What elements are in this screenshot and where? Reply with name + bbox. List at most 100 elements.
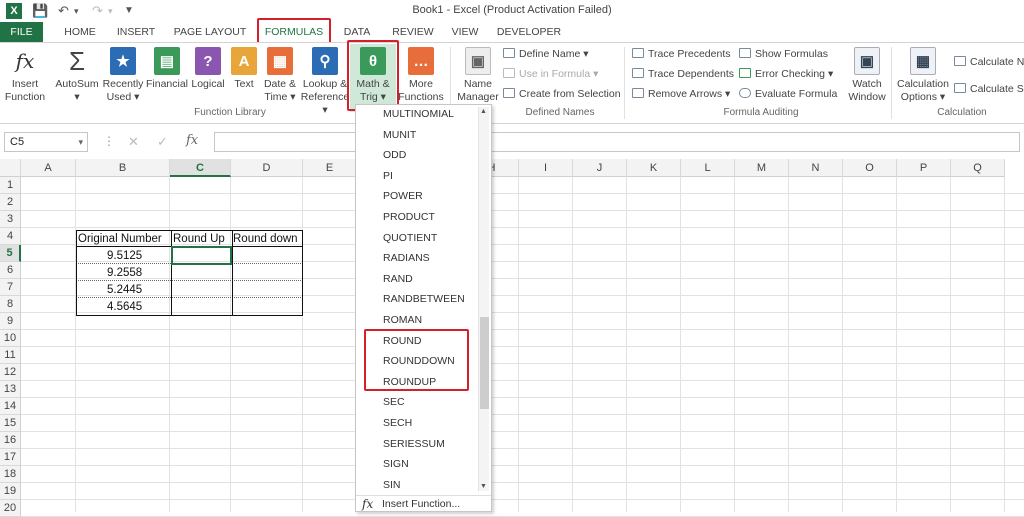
active-cell-c5[interactable] (171, 246, 232, 265)
name-box[interactable]: C5 ▾ (4, 132, 88, 152)
scroll-up-icon[interactable]: ▲ (480, 108, 487, 115)
menu-item-sec[interactable]: SEC (383, 392, 405, 412)
row-header-20[interactable]: 20 (0, 500, 21, 517)
column-header-d[interactable]: D (231, 159, 303, 177)
logical-button[interactable]: ? Logical (188, 47, 228, 91)
autosum-button[interactable]: Σ AutoSum ▾ (54, 47, 100, 104)
value-cell[interactable]: 9.2558 (107, 265, 142, 282)
tab-file[interactable]: FILE (0, 22, 43, 42)
watch-window-button[interactable]: ▣ Watch Window (845, 47, 889, 104)
row-header-18[interactable]: 18 (0, 466, 21, 483)
menu-item-rand[interactable]: RAND (383, 269, 413, 289)
insert-function-menu-item[interactable]: fx Insert Function... (356, 495, 491, 513)
header-round-down[interactable]: Round down (233, 231, 298, 248)
column-header-i[interactable]: I (519, 159, 573, 177)
menu-item-munit[interactable]: MUNIT (383, 125, 416, 145)
evaluate-formula-button[interactable]: Evaluate Formula (739, 88, 837, 100)
column-header-m[interactable]: M (735, 159, 789, 177)
date-time-button[interactable]: ▦ Date & Time ▾ (260, 47, 300, 104)
row-header-4[interactable]: 4 (0, 228, 21, 245)
row-header-5[interactable]: 5 (0, 245, 21, 262)
header-original-number[interactable]: Original Number (78, 231, 162, 248)
row-header-10[interactable]: 10 (0, 330, 21, 347)
menu-item-seriessum[interactable]: SERIESSUM (383, 434, 445, 454)
calculation-options-button[interactable]: ▦ Calculation Options ▾ (895, 47, 951, 104)
column-header-e[interactable]: E (303, 159, 357, 177)
fx-icon[interactable]: fx (186, 133, 198, 148)
column-header-a[interactable]: A (21, 159, 76, 177)
error-checking-button[interactable]: Error Checking ▾ (739, 68, 833, 80)
recently-used-button[interactable]: ★ Recently Used ▾ (100, 47, 146, 104)
define-name-button[interactable]: Define Name ▾ (503, 48, 588, 60)
menu-item-sech[interactable]: SECH (383, 413, 412, 433)
column-header-p[interactable]: P (897, 159, 951, 177)
row-header-13[interactable]: 13 (0, 381, 21, 398)
create-from-selection-button[interactable]: Create from Selection (503, 88, 621, 100)
select-all-corner[interactable] (0, 159, 21, 177)
column-header-c[interactable]: C (170, 159, 231, 177)
menu-item-sign[interactable]: SIGN (383, 454, 409, 474)
enter-icon[interactable]: ✓ (157, 134, 168, 150)
row-header-12[interactable]: 12 (0, 364, 21, 381)
row-header-15[interactable]: 15 (0, 415, 21, 432)
scroll-down-icon[interactable]: ▼ (480, 483, 487, 490)
formula-input[interactable] (214, 132, 1020, 152)
tab-review[interactable]: REVIEW (390, 22, 436, 42)
calculate-now-button[interactable]: Calculate No (954, 56, 1024, 68)
calculate-sheet-button[interactable]: Calculate Sh (954, 83, 1024, 95)
chevron-down-icon[interactable]: ▾ (78, 133, 83, 151)
row-header-2[interactable]: 2 (0, 194, 21, 211)
menu-item-odd[interactable]: ODD (383, 145, 406, 165)
insert-function-button[interactable]: fx Insert Function (2, 47, 48, 104)
column-header-b[interactable]: B (76, 159, 170, 177)
show-formulas-button[interactable]: Show Formulas (739, 48, 828, 60)
row-header-8[interactable]: 8 (0, 296, 21, 313)
text-button[interactable]: A Text (230, 47, 258, 91)
trace-dependents-button[interactable]: Trace Dependents (632, 68, 734, 80)
row-header-17[interactable]: 17 (0, 449, 21, 466)
menu-item-sin[interactable]: SIN (383, 475, 401, 495)
menu-item-pi[interactable]: PI (383, 166, 393, 186)
tab-page-layout[interactable]: PAGE LAYOUT (172, 22, 248, 42)
column-header-n[interactable]: N (789, 159, 843, 177)
menu-item-multinomial[interactable]: MULTINOMIAL (383, 104, 454, 124)
tab-home[interactable]: HOME (58, 22, 102, 42)
value-cell[interactable]: 5.2445 (107, 282, 142, 299)
menu-item-power[interactable]: POWER (383, 186, 423, 206)
cancel-icon[interactable]: ✕ (128, 134, 139, 150)
use-in-formula-button[interactable]: Use in Formula ▾ (503, 68, 598, 80)
lookup-reference-button[interactable]: ⚲ Lookup & Reference ▾ (300, 47, 350, 117)
value-cell[interactable]: 9.5125 (107, 248, 142, 265)
question-icon: ? (195, 47, 221, 75)
row-header-7[interactable]: 7 (0, 279, 21, 296)
tab-insert[interactable]: INSERT (114, 22, 158, 42)
tab-developer[interactable]: DEVELOPER (496, 22, 562, 42)
column-header-k[interactable]: K (627, 159, 681, 177)
menu-item-roman[interactable]: ROMAN (383, 310, 422, 330)
dropdown-scrollbar[interactable]: ▲ ▼ (478, 107, 489, 491)
row-header-6[interactable]: 6 (0, 262, 21, 279)
menu-item-product[interactable]: PRODUCT (383, 207, 435, 227)
tab-view[interactable]: VIEW (448, 22, 482, 42)
column-header-o[interactable]: O (843, 159, 897, 177)
menu-item-randbetween[interactable]: RANDBETWEEN (383, 289, 465, 309)
row-header-19[interactable]: 19 (0, 483, 21, 500)
value-cell[interactable]: 4.5645 (107, 299, 142, 316)
row-header-1[interactable]: 1 (0, 177, 21, 194)
column-header-j[interactable]: J (573, 159, 627, 177)
column-header-q[interactable]: Q (951, 159, 1005, 177)
row-header-3[interactable]: 3 (0, 211, 21, 228)
row-header-16[interactable]: 16 (0, 432, 21, 449)
scrollbar-thumb[interactable] (480, 317, 489, 409)
menu-item-quotient[interactable]: QUOTIENT (383, 228, 437, 248)
name-manager-button[interactable]: ▣ Name Manager (455, 47, 501, 104)
financial-button[interactable]: ▤ Financial (145, 47, 189, 91)
menu-item-radians[interactable]: RADIANS (383, 248, 430, 268)
remove-arrows-button[interactable]: Remove Arrows ▾ (632, 88, 730, 100)
row-header-9[interactable]: 9 (0, 313, 21, 330)
row-header-14[interactable]: 14 (0, 398, 21, 415)
trace-precedents-button[interactable]: Trace Precedents (632, 48, 730, 60)
tab-data[interactable]: DATA (338, 22, 376, 42)
column-header-l[interactable]: L (681, 159, 735, 177)
row-header-11[interactable]: 11 (0, 347, 21, 364)
